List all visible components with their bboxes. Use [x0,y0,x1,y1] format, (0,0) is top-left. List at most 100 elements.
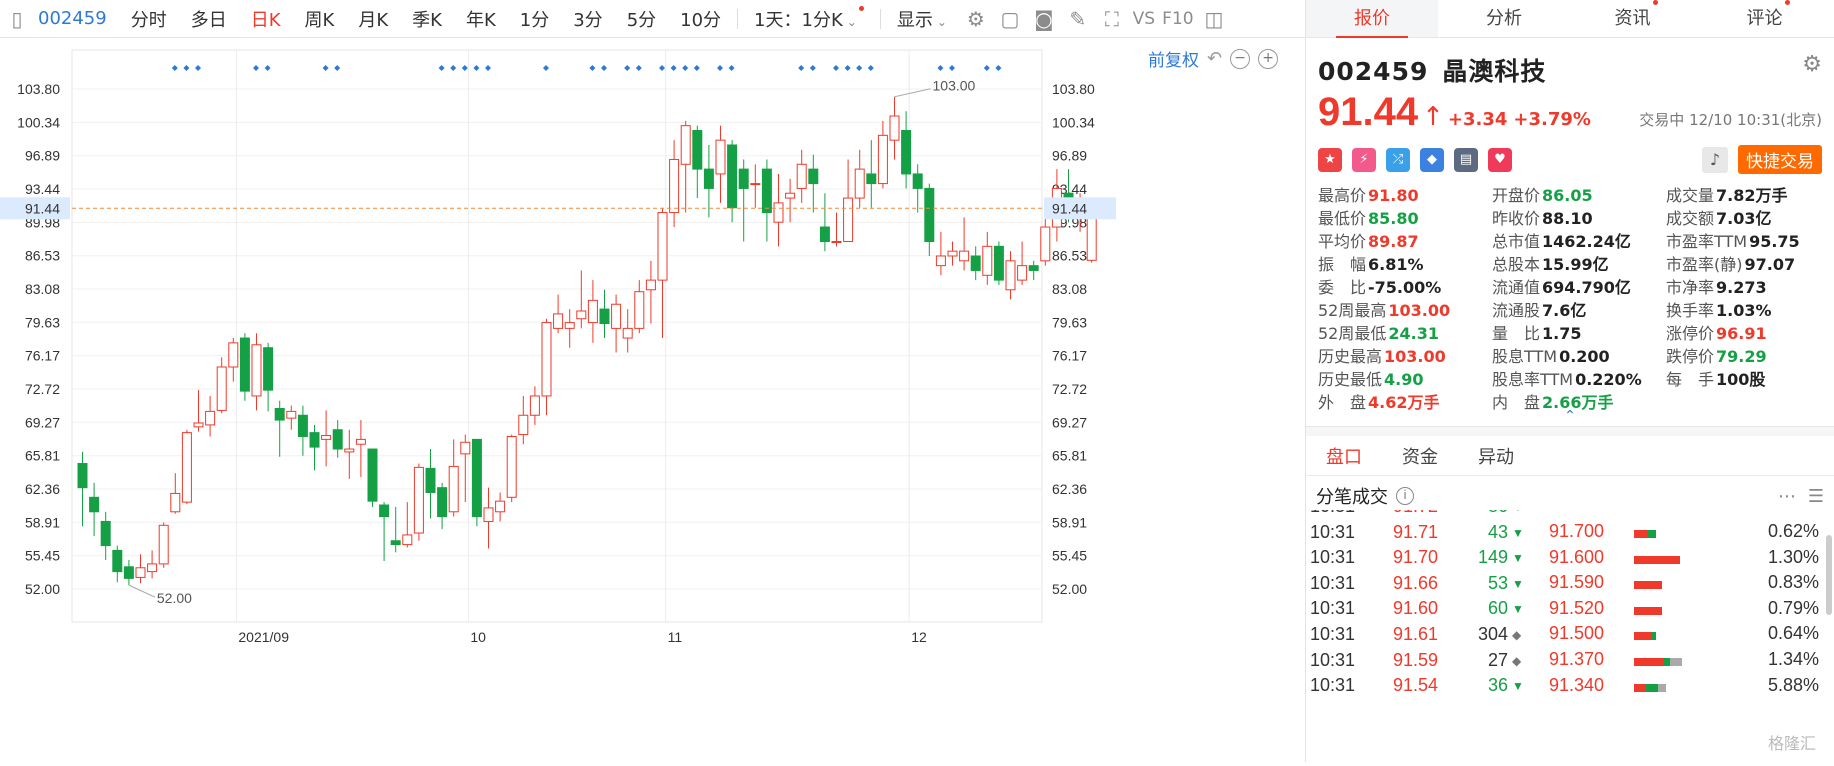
level-volume-bar [1634,632,1656,641]
stat-cell: 总股本 15.99亿 [1492,255,1666,274]
period-tab[interactable]: 1分 [508,6,561,32]
info-icon[interactable]: i [1396,487,1414,505]
stat-value: 103.00 [1388,301,1451,320]
low-pointer [128,584,156,598]
price-level-row: 91.500 0.64% [1306,623,1834,647]
f10-button[interactable]: F10 [1159,9,1197,29]
level-price: 91.700 [1548,521,1604,541]
fullscreen-icon[interactable]: ⛶ [1095,7,1129,31]
rectangle-tool-icon[interactable]: ▢ [993,7,1027,31]
tick-list-scrollbar[interactable] [1826,535,1832,615]
pencil-icon[interactable]: ✎ [1061,7,1095,31]
event-marker-icon [670,65,677,71]
bell-icon[interactable]: ♪ [1702,146,1728,173]
stat-cell: 市盈率(静) 97.07 [1666,255,1834,274]
period-tab[interactable]: 周K [293,6,347,32]
zoom-in-icon[interactable]: + [1258,48,1279,69]
level-volume-bar [1634,658,1682,666]
note-icon[interactable]: ▤ [1454,147,1478,172]
gear-icon[interactable]: ⚙ [959,7,993,31]
toolbar-stock-code[interactable]: 002459 [34,8,119,29]
candle-body [611,303,622,329]
candle-body [495,500,506,513]
tag-icon[interactable]: ◆ [1420,147,1444,172]
bar-segment [1634,555,1680,564]
stat-value: 24.31 [1388,324,1439,343]
stat-label: 最低价 [1318,209,1367,228]
sidebar-toggle-icon[interactable]: ▯ [0,7,34,31]
x-tick-label: 12 [911,629,927,645]
orderbook-subtab[interactable]: 异动 [1478,443,1514,469]
quote-side-panel: 报价 分析 资讯 评论 002459 晶澳科技 ⚙ 91.44 ↑ +3.34 +3.7… [1305,0,1834,762]
vs-compare-button[interactable]: VS [1129,9,1159,29]
period-tab[interactable]: 10分 [668,6,733,32]
candlestick-chart[interactable]: 103.80 103.80 100.34 100.34 96.89 96.89 93.44 9… [0,38,1305,762]
current-price: 91.44 [1318,90,1419,134]
event-marker-icon [601,65,607,71]
candle-body [703,168,714,189]
undo-icon[interactable]: ↶ [1207,48,1222,69]
stat-label: 总市值 [1492,232,1541,251]
period-tab[interactable]: 月K [346,6,400,32]
period-tab[interactable]: 5分 [615,6,668,32]
bar-segment [1670,658,1682,666]
camera-icon[interactable]: ◙ [1027,7,1061,31]
candle-body [727,144,738,209]
side-tab[interactable]: 评论 [1702,0,1834,37]
stat-cell: 跌停价 79.29 [1666,347,1834,366]
stat-label: 流通股 [1492,301,1541,320]
level-volume-bar [1634,606,1662,615]
side-tab[interactable]: 资讯 [1570,0,1702,37]
collapse-chevron-icon[interactable]: ⌃ [1306,409,1834,423]
y-tick-label-left: 86.53 [25,248,60,264]
china-flag-icon[interactable]: ★ [1318,147,1342,172]
quick-trade-button[interactable]: 快捷交易 [1738,145,1822,174]
y-tick-label-right: 76.17 [1052,348,1087,364]
period-tab[interactable]: 年K [454,6,508,32]
high-pointer [894,88,931,98]
zoom-out-icon[interactable]: − [1230,48,1251,69]
list-icon[interactable]: ☰ [1808,486,1824,507]
y-tick-label-left: 69.27 [25,414,60,430]
period-tab[interactable]: 日K [239,6,293,32]
level-price: 91.600 [1548,546,1604,567]
running-icon[interactable]: ⚡ [1352,147,1376,172]
stat-value: 100股 [1716,370,1766,389]
candle-body [959,250,970,262]
period-tab[interactable]: 季K [400,6,454,32]
event-marker-icon [983,65,990,71]
stat-cell: 流通股 7.6亿 [1492,301,1666,320]
orderbook-subtab[interactable]: 资金 [1402,443,1438,469]
period-tab[interactable]: 3分 [561,6,614,32]
adjust-mode-button[interactable]: 前复权 [1148,46,1199,71]
stat-cell: 52周最高 103.00 [1318,301,1492,320]
more-icon[interactable]: ⋯ [1778,486,1796,507]
stat-cell: 量 比 1.75 [1492,324,1666,343]
event-marker-icon [485,65,491,71]
event-marker-icon [450,65,457,71]
y-tick-label-right: 62.36 [1052,481,1087,497]
panel-toggle-icon[interactable]: ◫ [1197,7,1231,31]
event-marker-icon [264,65,271,71]
y-tick-label-left: 52.00 [25,581,60,597]
period-tab[interactable]: 多日 [179,6,239,32]
side-tab-label: 评论 [1746,8,1783,29]
stat-label: 股息率TTM [1492,370,1574,389]
orderbook-subtab[interactable]: 盘口 [1326,443,1362,469]
chart-controls: 前复权 ↶ − + [1148,46,1279,71]
candle-body [831,241,842,244]
display-menu[interactable]: 显示 ⌄ [885,6,959,32]
heart-icon[interactable]: ♥ [1488,147,1512,172]
side-tab[interactable]: 报价 [1306,0,1438,38]
toolbar-divider [879,8,881,29]
shuffle-icon[interactable]: ⤮ [1386,147,1410,172]
event-marker-icon [995,65,1002,71]
period-tab[interactable]: 分时 [119,6,179,32]
side-tab[interactable]: 分析 [1438,0,1570,37]
gear-icon[interactable]: ⚙ [1802,52,1822,77]
interval-select[interactable]: 1天：1分K ⌄ [742,5,876,32]
tick-list[interactable]: 10:3191.7286▼10:3191.7143▼10:3191.70149▼… [1306,510,1834,762]
event-marker-icon [937,65,944,71]
candle-body [448,465,459,513]
event-marker-icon [461,65,468,71]
